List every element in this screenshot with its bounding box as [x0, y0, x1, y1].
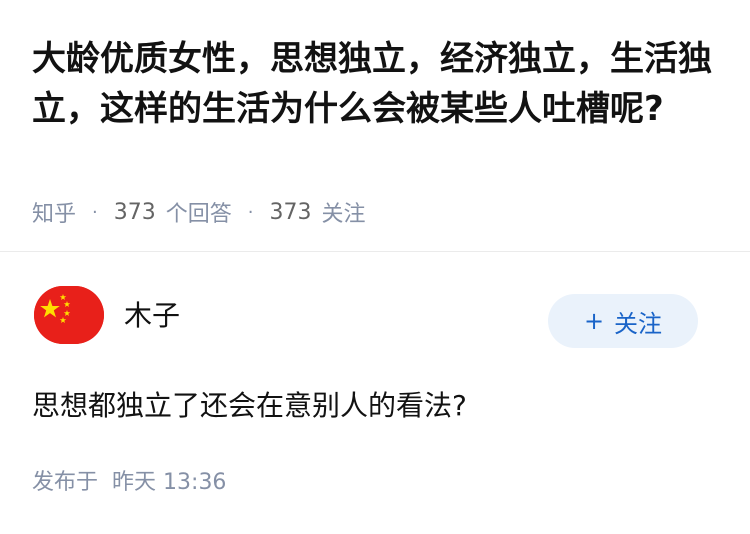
meta-separator: ·	[92, 201, 98, 223]
publish-clock: 13:36	[163, 470, 227, 495]
source-label[interactable]: 知乎	[32, 196, 76, 228]
publish-day: 昨天	[112, 470, 157, 495]
publish-prefix: 发布于	[32, 470, 99, 495]
followers-count: 373	[269, 199, 312, 225]
avatar[interactable]	[34, 286, 104, 344]
follow-button[interactable]: + 关注	[548, 294, 698, 348]
china-flag-icon	[34, 286, 104, 344]
question-meta: 知乎 · 373 个回答 · 373 关注	[32, 196, 366, 228]
plus-icon: +	[583, 307, 605, 335]
answers-count: 373	[113, 199, 156, 225]
followers-label[interactable]: 关注	[322, 196, 366, 228]
question-header: 大龄优质女性，思想独立，经济独立，生活独立，这样的生活为什么会被某些人吐槽呢? …	[0, 0, 750, 252]
question-title[interactable]: 大龄优质女性，思想独立，经济独立，生活独立，这样的生活为什么会被某些人吐槽呢?	[32, 34, 722, 134]
answer-content[interactable]: 思想都独立了还会在意别人的看法?	[32, 386, 467, 426]
meta-separator: ·	[247, 201, 254, 223]
answers-label[interactable]: 个回答	[166, 196, 232, 228]
answer-card: 木子 + 关注 思想都独立了还会在意别人的看法? 发布于 昨天 13:36	[0, 252, 750, 534]
publish-time: 发布于 昨天 13:36	[32, 468, 226, 498]
follow-button-label: 关注	[614, 309, 663, 338]
author-name[interactable]: 木子	[124, 298, 180, 334]
